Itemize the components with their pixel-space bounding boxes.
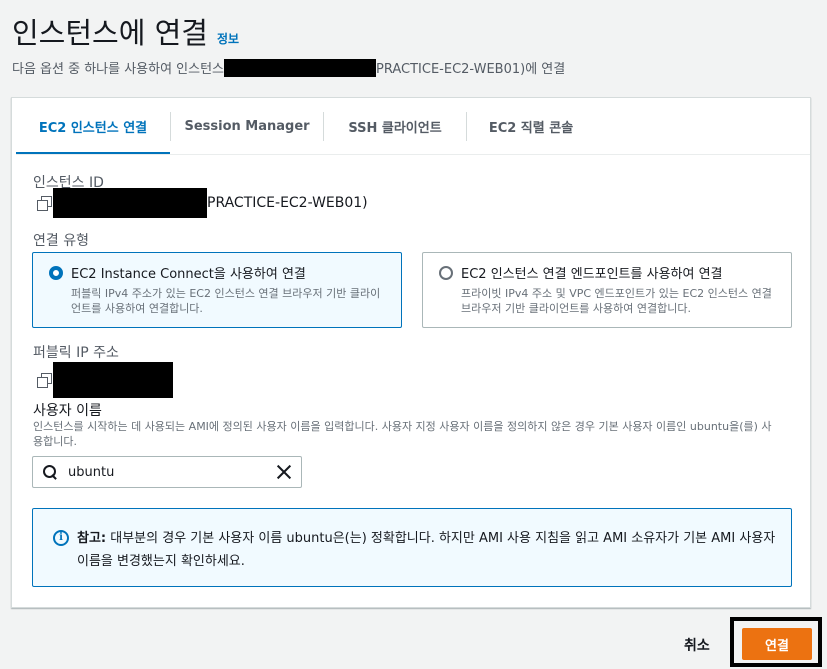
page-header: 인스턴스에 연결 정보 xyxy=(12,10,239,52)
option-description: 프라이빗 IPv4 주소 및 VPC 엔드포인트가 있는 EC2 인스턴스 연결… xyxy=(461,287,772,315)
subtitle-suffix: PRACTICE-EC2-WEB01)에 연결 xyxy=(376,62,566,77)
page-subtitle: 다음 옵션 중 하나를 사용하여 인스턴스 PRACTICE-EC2-WEB01… xyxy=(12,58,565,77)
info-link[interactable]: 정보 xyxy=(217,30,239,47)
connect-button[interactable]: 연결 xyxy=(742,628,812,660)
username-field[interactable] xyxy=(32,456,302,488)
subtitle-prefix: 다음 옵션 중 하나를 사용하여 인스턴스 xyxy=(12,62,225,77)
username-hint: 인스턴스를 시작하는 데 사용되는 AMI에 정의된 사용자 이름을 입력합니다… xyxy=(33,420,772,448)
tab-ssh-client[interactable]: SSH 클라이언트 xyxy=(324,98,466,155)
option-ec2-instance-connect[interactable]: EC2 Instance Connect을 사용하여 연결 퍼블릭 IPv4 주… xyxy=(32,252,402,328)
public-ip-value xyxy=(37,362,173,398)
radio-selected[interactable] xyxy=(49,266,63,280)
tab-bar: EC2 인스턴스 연결 Session Manager SSH 클라이언트 EC… xyxy=(16,98,595,155)
search-icon xyxy=(42,464,58,480)
tab-session-manager[interactable]: Session Manager xyxy=(171,98,323,155)
page-title: 인스턴스에 연결 xyxy=(12,16,208,50)
tab-ec2-serial-console[interactable]: EC2 직렬 콘솔 xyxy=(467,98,595,155)
alert-message: 대부분의 경우 기본 사용자 이름 ubuntu은(는) 정확합니다. 하지만 … xyxy=(77,531,776,569)
tab-ec2-instance-connect[interactable]: EC2 인스턴스 연결 xyxy=(16,98,170,155)
redacted-block xyxy=(53,188,207,218)
alert-prefix: 참고: xyxy=(77,531,107,546)
radio-unselected[interactable] xyxy=(439,266,453,280)
instance-id-suffix: PRACTICE-EC2-WEB01) xyxy=(207,195,368,211)
option-instance-connect-endpoint[interactable]: EC2 인스턴스 연결 엔드포인트를 사용하여 연결 프라이빗 IPv4 주소 … xyxy=(422,252,792,328)
redacted-block xyxy=(53,362,173,398)
copy-icon[interactable] xyxy=(37,373,52,388)
option-title: EC2 Instance Connect을 사용하여 연결 xyxy=(71,267,306,282)
tab-divider xyxy=(16,154,810,155)
option-title: EC2 인스턴스 연결 엔드포인트를 사용하여 연결 xyxy=(461,267,723,282)
cancel-button[interactable]: 취소 xyxy=(684,635,710,655)
public-ip-label: 퍼블릭 IP 주소 xyxy=(33,345,119,361)
alert-text: 참고: 대부분의 경우 기본 사용자 이름 ubuntu은(는) 정확합니다. … xyxy=(77,527,777,573)
option-description: 퍼블릭 IPv4 주소가 있는 EC2 인스턴스 연결 브라우저 기반 클라이언… xyxy=(71,287,381,315)
connection-type-label: 연결 유형 xyxy=(33,233,89,249)
instance-id-value: PRACTICE-EC2-WEB01) xyxy=(37,188,368,218)
username-label: 사용자 이름 xyxy=(33,403,102,419)
info-alert: i 참고: 대부분의 경우 기본 사용자 이름 ubuntu은(는) 정확합니다… xyxy=(32,508,792,587)
redacted-block xyxy=(224,58,377,77)
info-icon: i xyxy=(53,530,69,546)
copy-icon[interactable] xyxy=(37,196,52,211)
username-input[interactable] xyxy=(66,463,266,481)
clear-icon[interactable] xyxy=(275,463,293,481)
